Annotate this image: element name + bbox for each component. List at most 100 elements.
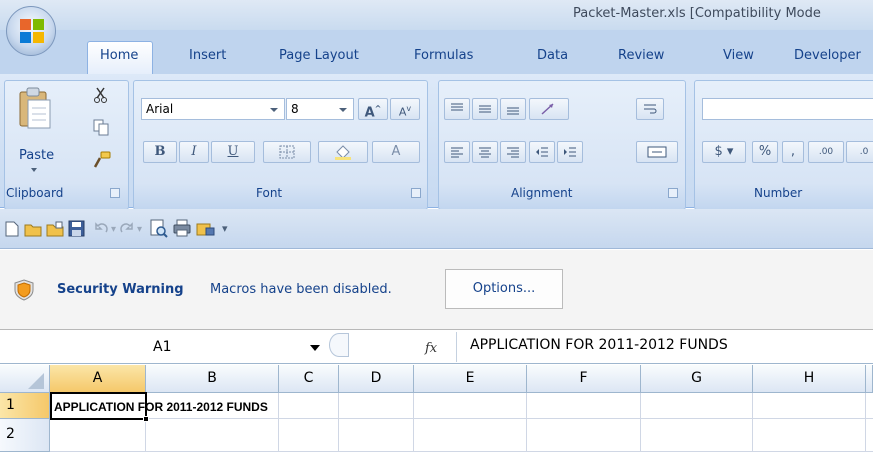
merge-center-button[interactable] xyxy=(636,141,678,163)
align-bottom-icon xyxy=(507,107,519,114)
paste-dropdown-icon[interactable] xyxy=(31,168,37,172)
insert-function-glyph: fx xyxy=(424,341,438,356)
decrease-decimal-label: .0 xyxy=(859,147,869,157)
column-header-f[interactable]: F xyxy=(527,365,641,393)
row-header-1[interactable]: 1 xyxy=(0,393,50,419)
font-launcher-icon[interactable] xyxy=(411,188,421,198)
clipboard-launcher-icon[interactable] xyxy=(110,188,120,198)
new-icon[interactable] xyxy=(5,221,19,237)
tab-review[interactable]: Review xyxy=(618,48,664,63)
title-bar: Packet-Master.xls [Compatibility Mode xyxy=(0,0,873,30)
cut-icon[interactable] xyxy=(92,86,110,104)
font-name-combo[interactable]: Arial xyxy=(141,98,285,120)
number-group-label: Number xyxy=(754,186,803,200)
row-header-2[interactable]: 2 xyxy=(0,419,50,452)
grow-font-label: A xyxy=(364,105,375,121)
tab-formulas[interactable]: Formulas xyxy=(414,48,473,63)
office-button[interactable] xyxy=(6,6,56,56)
quick-print-icon[interactable] xyxy=(173,219,191,237)
select-all-icon xyxy=(28,373,44,389)
tab-view[interactable]: View xyxy=(723,48,754,63)
undo-dropdown-icon[interactable]: ▾ xyxy=(111,224,116,235)
column-header-d[interactable]: D xyxy=(339,365,414,393)
percent-button[interactable]: % xyxy=(752,141,778,163)
formula-content[interactable]: APPLICATION FOR 2011-2012 FUNDS xyxy=(470,337,728,353)
decrease-decimal-button[interactable]: .0 xyxy=(846,141,873,163)
paste-icon[interactable] xyxy=(18,86,52,138)
redo-dropdown-icon[interactable]: ▾ xyxy=(137,224,142,235)
increase-decimal-label: .00 xyxy=(818,147,834,157)
align-right-button[interactable] xyxy=(500,141,526,163)
options-button[interactable]: Options... xyxy=(445,269,563,309)
number-format-combo[interactable] xyxy=(702,98,873,120)
copy-icon[interactable] xyxy=(92,118,110,136)
tab-data[interactable]: Data xyxy=(537,48,568,63)
tab-developer[interactable]: Developer xyxy=(794,48,861,63)
tab-page-layout[interactable]: Page Layout xyxy=(279,48,359,63)
name-box-dropdown-icon[interactable] xyxy=(310,345,320,351)
bold-button[interactable]: B xyxy=(143,141,177,163)
underline-button[interactable]: U xyxy=(211,141,255,163)
shield-icon xyxy=(14,279,34,301)
merge-center-icon xyxy=(647,146,667,157)
borders-button[interactable] xyxy=(263,141,311,163)
save-icon[interactable] xyxy=(68,220,85,237)
increase-decimal-button[interactable]: .00 xyxy=(808,141,844,163)
tab-insert[interactable]: Insert xyxy=(189,48,226,63)
name-box[interactable]: A1 xyxy=(3,334,321,362)
fill-color-button[interactable] xyxy=(318,141,368,163)
formula-bar-splitter[interactable] xyxy=(329,333,349,357)
customize-qat-icon[interactable]: ▾ xyxy=(222,222,228,235)
window-title: Packet-Master.xls [Compatibility Mode xyxy=(573,6,821,21)
align-center-button[interactable] xyxy=(472,141,498,163)
align-right-icon xyxy=(507,147,519,157)
font-size-dropdown-icon[interactable] xyxy=(339,108,347,112)
comma-button[interactable]: , xyxy=(782,141,804,163)
office-logo-icon xyxy=(20,19,44,43)
align-bottom-button[interactable] xyxy=(500,98,526,120)
tab-home[interactable]: Home xyxy=(100,48,138,63)
currency-label: $ xyxy=(714,144,723,159)
align-left-button[interactable] xyxy=(444,141,470,163)
security-warning-title: Security Warning xyxy=(57,282,184,297)
column-header-c[interactable]: C xyxy=(279,365,339,393)
font-color-label: A xyxy=(391,144,401,159)
italic-button[interactable]: I xyxy=(179,141,209,163)
font-name-value: Arial xyxy=(146,102,174,116)
fill-handle[interactable] xyxy=(143,416,149,422)
paste-button[interactable]: Paste xyxy=(19,148,54,163)
open-recent-icon[interactable] xyxy=(46,220,64,238)
orientation-button[interactable] xyxy=(529,98,569,120)
align-middle-icon xyxy=(479,105,491,112)
font-group-label: Font xyxy=(256,186,283,200)
column-header-g[interactable]: G xyxy=(641,365,753,393)
alignment-launcher-icon[interactable] xyxy=(668,188,678,198)
shrink-font-button[interactable]: Av xyxy=(390,98,420,120)
undo-icon[interactable] xyxy=(94,222,108,234)
redo-icon[interactable] xyxy=(120,222,134,234)
font-size-value: 8 xyxy=(291,102,299,116)
column-header-b[interactable]: B xyxy=(146,365,279,393)
wrap-text-icon xyxy=(644,104,657,113)
align-middle-button[interactable] xyxy=(472,98,498,120)
open-icon[interactable] xyxy=(24,220,42,238)
column-header-a[interactable]: A xyxy=(50,365,146,393)
decrease-indent-button[interactable] xyxy=(529,141,555,163)
font-name-dropdown-icon[interactable] xyxy=(270,108,278,112)
column-header-h[interactable]: H xyxy=(753,365,866,393)
align-center-icon xyxy=(479,147,491,157)
grow-font-button[interactable]: A^ xyxy=(358,98,388,120)
cell-a1-text: APPLICATION FOR 2011-2012 FUNDS xyxy=(54,400,268,414)
select-all-corner[interactable] xyxy=(0,365,50,393)
increase-indent-button[interactable] xyxy=(557,141,583,163)
column-header-e[interactable]: E xyxy=(414,365,527,393)
protect-icon[interactable] xyxy=(196,219,216,237)
align-top-button[interactable] xyxy=(444,98,470,120)
font-color-button[interactable]: A xyxy=(372,141,420,163)
format-painter-icon[interactable] xyxy=(92,150,112,170)
print-preview-icon[interactable] xyxy=(150,219,168,238)
wrap-text-button[interactable] xyxy=(636,98,664,120)
currency-button[interactable]: $ ▾ xyxy=(702,141,746,163)
column-header-i[interactable] xyxy=(866,365,873,393)
insert-function-icon[interactable]: fx xyxy=(422,338,444,356)
